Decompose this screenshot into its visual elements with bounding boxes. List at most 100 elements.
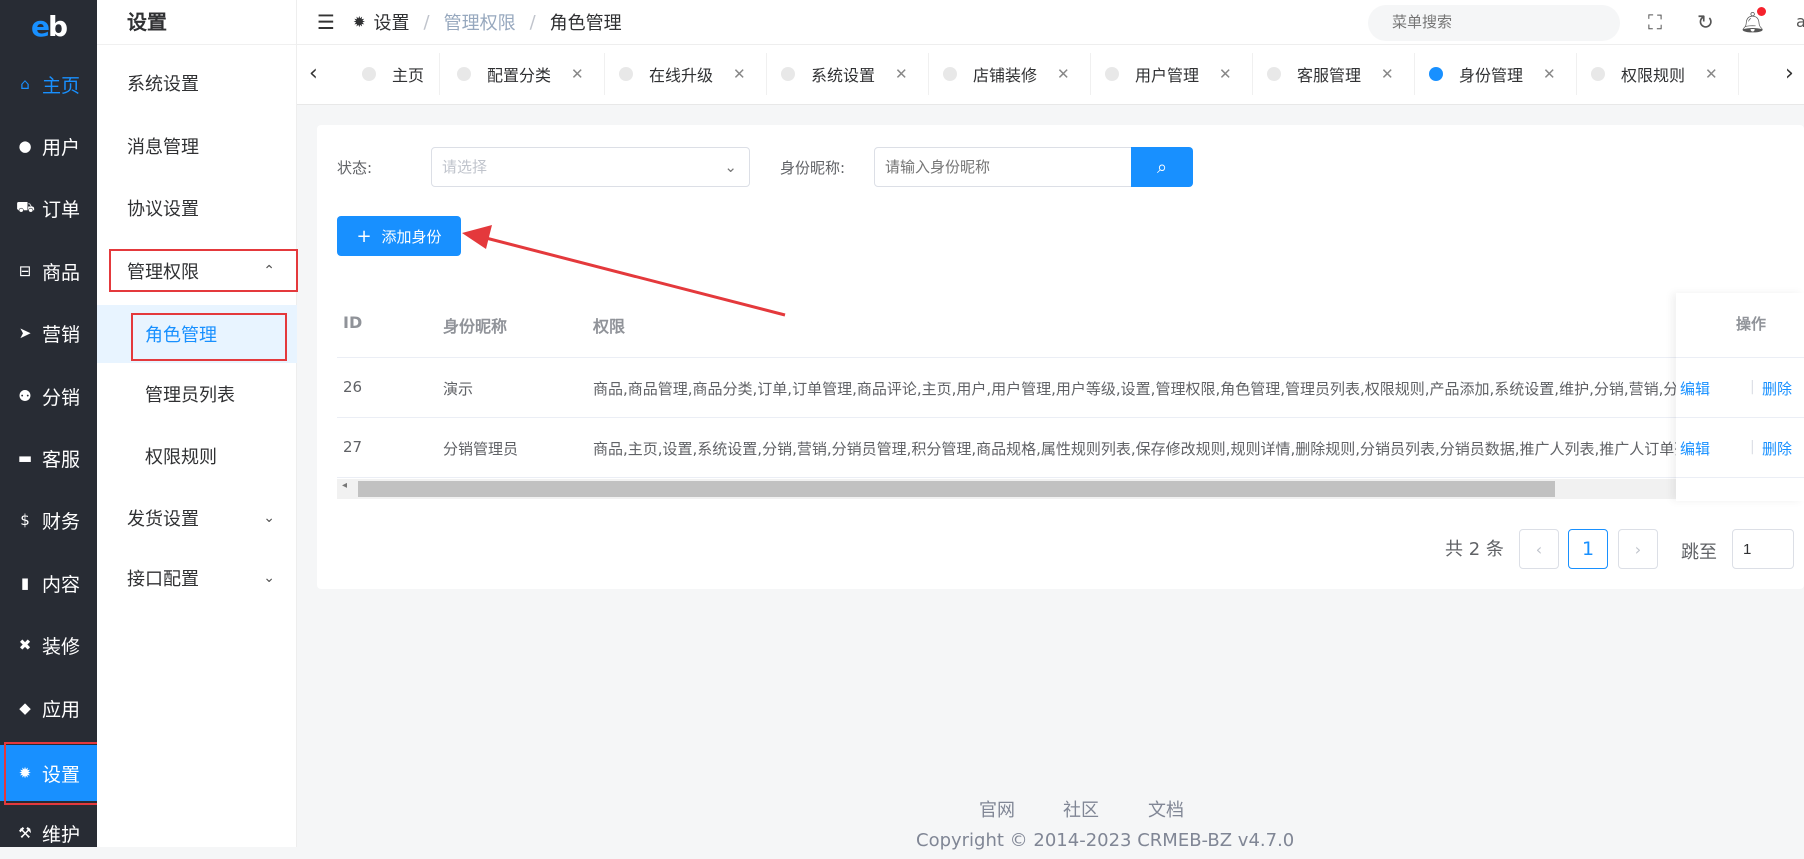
breadcrumb-separator: /: [529, 11, 536, 33]
next-page-button[interactable]: ›: [1618, 529, 1658, 569]
submenu-item-system[interactable]: 系统设置: [97, 57, 297, 109]
close-icon[interactable]: ✕: [571, 65, 584, 83]
tools-icon: ✖: [18, 636, 32, 654]
page-jump-input[interactable]: [1732, 529, 1794, 569]
sidebar-item-marketing[interactable]: ➤ 营销: [0, 307, 97, 359]
main-sidebar: eb ⌂ 主页 ● 用户 ⛟ 订单 ⊟ 商品 ➤ 营销 ⚉ 分销 ▬ 客服 $ 财务 ▮ 内容 ✖…: [0, 0, 97, 847]
home-icon: ⌂: [20, 75, 30, 93]
status-select[interactable]: 请选择 ⌄: [431, 147, 750, 187]
menu-search-input[interactable]: [1368, 5, 1620, 41]
highlight-box-permission: [109, 249, 298, 292]
delete-link[interactable]: 删除: [1762, 438, 1792, 459]
breadcrumb: ✹ 设置 / 管理权限 / 角色管理: [353, 9, 622, 35]
tab-user-management[interactable]: 用户管理 ✕: [1105, 53, 1253, 95]
tab-service-management[interactable]: 客服管理 ✕: [1267, 53, 1415, 95]
basket-icon: ⊟: [18, 262, 32, 280]
submenu-item-shipping[interactable]: 发货设置 ⌄: [97, 492, 297, 544]
close-icon[interactable]: ✕: [733, 65, 746, 83]
edit-link[interactable]: 编辑: [1680, 378, 1710, 399]
sidebar-item-decoration[interactable]: ✖ 装修: [0, 619, 97, 671]
sidebar-item-goods[interactable]: ⊟ 商品: [0, 245, 97, 297]
tab-config-category[interactable]: 配置分类 ✕: [457, 53, 605, 95]
sidebar-item-user[interactable]: ● 用户: [0, 120, 97, 172]
search-button[interactable]: ⌕: [1131, 147, 1193, 187]
tab-upgrade[interactable]: 在线升级 ✕: [619, 53, 767, 95]
column-header-actions: 操作: [1736, 315, 1767, 333]
name-label: 身份昵称:: [780, 159, 846, 177]
sidebar-item-finance[interactable]: $ 财务: [0, 494, 97, 546]
name-input[interactable]: [874, 147, 1132, 187]
delete-link[interactable]: 删除: [1762, 378, 1792, 399]
cell-permission: 商品,主页,设置,系统设置,分销,营销,分销员管理,积分管理,商品规格,属性规则…: [593, 440, 1676, 458]
sidebar-item-content[interactable]: ▮ 内容: [0, 557, 97, 609]
submenu-item-api[interactable]: 接口配置 ⌄: [97, 552, 297, 604]
status-label: 状态:: [337, 159, 373, 177]
tab-dot: [619, 67, 633, 81]
breadcrumb-current: 角色管理: [549, 13, 622, 34]
tab-shop-decoration[interactable]: 店铺装修 ✕: [943, 53, 1091, 95]
page-number[interactable]: 1: [1568, 529, 1608, 569]
tab-permission-rules[interactable]: 权限规则 ✕: [1591, 53, 1739, 95]
chevron-right-icon: ›: [1634, 539, 1642, 559]
chevron-down-icon: ⌄: [263, 510, 275, 526]
breadcrumb-root[interactable]: 设置: [374, 9, 410, 35]
footer-link-docs[interactable]: 文档: [1148, 796, 1184, 822]
footer-link-community[interactable]: 社区: [1063, 796, 1099, 822]
sidebar-item-apps[interactable]: ◆ 应用: [0, 682, 97, 734]
tab-system-settings[interactable]: 系统设置 ✕: [781, 53, 929, 95]
tab-home[interactable]: 主页: [362, 53, 440, 95]
cell-id: 26: [343, 378, 363, 396]
prev-page-button[interactable]: ‹: [1519, 529, 1559, 569]
column-header-id: ID: [343, 313, 363, 332]
refresh-icon[interactable]: ↻: [1697, 10, 1714, 34]
app-logo[interactable]: eb: [0, 0, 97, 52]
sidebar-item-maintenance[interactable]: ⚒ 维护: [0, 807, 97, 859]
cube-icon: ◆: [19, 699, 31, 717]
tab-role-management[interactable]: 身份管理 ✕: [1429, 53, 1577, 95]
jump-label: 跳至: [1681, 542, 1717, 563]
sidebar-item-distribution[interactable]: ⚉ 分销: [0, 370, 97, 422]
chevron-down-icon: ⌄: [724, 158, 737, 176]
scrollbar-thumb[interactable]: [358, 481, 1555, 497]
close-icon[interactable]: ✕: [1381, 65, 1394, 83]
highlight-box-role: [131, 313, 287, 361]
tabs-prev-icon[interactable]: ‹: [309, 61, 318, 86]
book-icon: ▮: [20, 574, 30, 592]
add-role-button[interactable]: + 添加身份: [337, 216, 461, 256]
user-icon: ●: [18, 137, 32, 155]
row-divider: [337, 477, 1676, 478]
chevron-down-icon: ⌄: [263, 570, 275, 586]
tabs-bar: ‹ 主页 配置分类 ✕ 在线升级 ✕ 系统设置 ✕ 店铺装修 ✕ 用户管理 ✕ 客服管理 ✕…: [297, 45, 1804, 105]
close-icon[interactable]: ✕: [1219, 65, 1232, 83]
fullscreen-icon[interactable]: ⛶: [1648, 10, 1662, 34]
sidebar-item-order[interactable]: ⛟ 订单: [0, 182, 97, 234]
submenu-item-admin-list[interactable]: 管理员列表: [97, 368, 297, 420]
cell-permission: 商品,商品管理,商品分类,订单,订单管理,商品评论,主页,用户,用户管理,用户等…: [593, 380, 1676, 398]
tabs-next-icon[interactable]: ›: [1785, 61, 1794, 86]
footer-link-website[interactable]: 官网: [979, 796, 1015, 822]
tab-dot: [1591, 67, 1605, 81]
close-icon[interactable]: ✕: [895, 65, 908, 83]
close-icon[interactable]: ✕: [1543, 65, 1556, 83]
action-separator: |: [1750, 379, 1755, 395]
tab-dot: [943, 67, 957, 81]
submenu-item-message[interactable]: 消息管理: [97, 120, 297, 172]
breadcrumb-mid[interactable]: 管理权限: [444, 9, 516, 35]
submenu-sidebar: 设置 系统设置 消息管理 协议设置 管理权限 ⌃ 角色管理 管理员列表 权限规则 …: [97, 0, 297, 847]
submenu-item-agreement[interactable]: 协议设置: [97, 182, 297, 234]
sidebar-item-service[interactable]: ▬ 客服: [0, 432, 97, 484]
close-icon[interactable]: ✕: [1057, 65, 1070, 83]
close-icon[interactable]: ✕: [1705, 65, 1718, 83]
user-avatar[interactable]: a: [1796, 12, 1804, 31]
tab-dot: [1429, 67, 1443, 81]
edit-link[interactable]: 编辑: [1680, 438, 1710, 459]
row-divider: [337, 357, 1676, 358]
send-icon: ➤: [18, 324, 32, 342]
submenu-item-rules[interactable]: 权限规则: [97, 430, 297, 482]
scroll-left-icon[interactable]: ◂: [342, 480, 347, 491]
breadcrumb-separator: /: [423, 11, 430, 33]
search-icon: ⌕: [1156, 156, 1168, 178]
collapse-menu-icon[interactable]: ☰: [317, 10, 335, 34]
action-separator: |: [1750, 439, 1755, 455]
sidebar-item-home[interactable]: ⌂ 主页: [0, 58, 97, 110]
